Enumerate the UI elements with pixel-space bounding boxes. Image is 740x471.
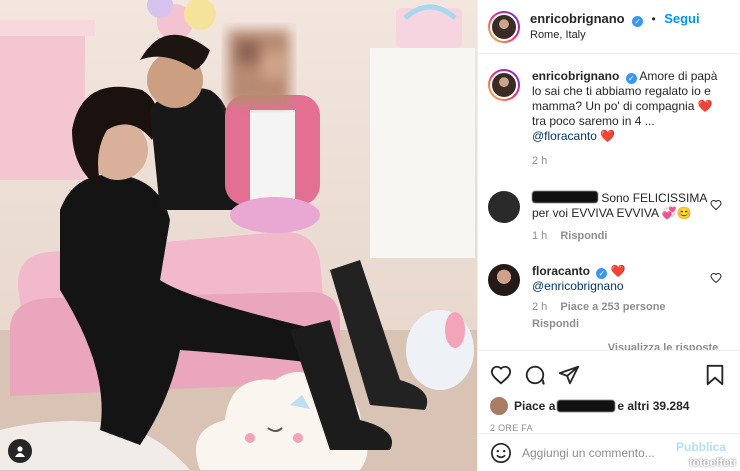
comment-meta: 1 h Rispondi — [532, 229, 722, 244]
likes-prefix: Piace a — [514, 399, 556, 413]
camera-icon — [669, 457, 686, 469]
publish-button[interactable]: Pubblica — [676, 440, 726, 454]
reply-button[interactable]: Rispondi — [532, 317, 722, 332]
photo-scene — [0, 0, 477, 471]
view-replies-button[interactable]: Visualizza le risposte (11) — [572, 342, 728, 350]
follow-button[interactable]: Segui — [664, 11, 699, 26]
comment-time: 2 h — [532, 301, 548, 313]
heart-icon[interactable] — [710, 272, 722, 284]
post-location[interactable]: Rome, Italy — [530, 27, 700, 43]
comment-avatar[interactable] — [488, 264, 520, 296]
reply-button[interactable]: Rispondi — [560, 230, 607, 242]
emoji-icon[interactable] — [490, 442, 512, 464]
separator-dot: • — [651, 11, 656, 26]
comment-text: ❤️ — [610, 264, 626, 278]
heart-icon[interactable] — [710, 199, 722, 211]
share-icon[interactable] — [558, 364, 580, 386]
verified-icon: ✓ — [625, 73, 637, 84]
comment-item: floracanto ✓ ❤️ @enricobrignano 2 h Piac… — [488, 264, 728, 332]
comment-username[interactable]: floracanto — [532, 264, 590, 278]
likes-suffix: e altri 39.284 — [617, 399, 690, 413]
like-icon[interactable] — [490, 364, 512, 386]
tag-user-icon[interactable] — [8, 439, 32, 463]
comment-time: 1 h — [532, 230, 548, 242]
redacted-username — [532, 191, 598, 203]
caption-username[interactable]: enricobrignano — [532, 69, 619, 83]
post-actions: Piace a e altri 39.284 2 ORE FA — [478, 350, 740, 433]
post-timestamp: 2 ORE FA — [490, 423, 533, 433]
comment-avatar[interactable] — [488, 191, 520, 223]
caption-suffix: ❤️ — [596, 129, 616, 143]
liker-avatar — [490, 397, 508, 415]
comment-mention[interactable]: @enricobrignano — [532, 279, 722, 294]
likes-summary[interactable]: Piace a e altri 39.284 — [490, 397, 726, 415]
comments-section[interactable]: enricobrignano ✓ Amore di papà lo sai ch… — [478, 55, 740, 350]
author-username[interactable]: enricobrignano — [530, 11, 625, 26]
post-panel: enricobrignano ✓ • Segui Rome, Italy enr… — [477, 0, 740, 471]
verified-icon: ✓ — [596, 268, 608, 279]
redacted-liker — [557, 400, 616, 412]
post-photo[interactable] — [0, 0, 477, 471]
caption: enricobrignano ✓ Amore di papà lo sai ch… — [488, 69, 728, 169]
author-avatar[interactable] — [488, 10, 520, 43]
verified-icon: ✓ — [632, 15, 644, 27]
save-icon[interactable] — [704, 364, 726, 386]
comment-meta: 2 h Piace a 253 persone — [532, 300, 722, 315]
add-comment-bar: Pubblica fotoeffeti — [478, 433, 740, 471]
caption-time: 2 h — [532, 155, 548, 167]
caption-mention[interactable]: @floracanto — [532, 129, 597, 143]
watermark-text: fotoeffeti — [688, 457, 736, 469]
caption-avatar[interactable] — [488, 69, 520, 101]
view-replies-label: Visualizza le risposte (11) — [607, 342, 719, 350]
comment-likes[interactable]: Piace a 253 persone — [560, 301, 665, 313]
comment-icon[interactable] — [524, 364, 546, 386]
comment-item: Sono FELICISSIMA per voi EVVIVA EVVIVA 💞… — [488, 191, 728, 244]
post-header: enricobrignano ✓ • Segui Rome, Italy — [478, 0, 740, 54]
watermark: fotoeffeti — [669, 457, 736, 469]
